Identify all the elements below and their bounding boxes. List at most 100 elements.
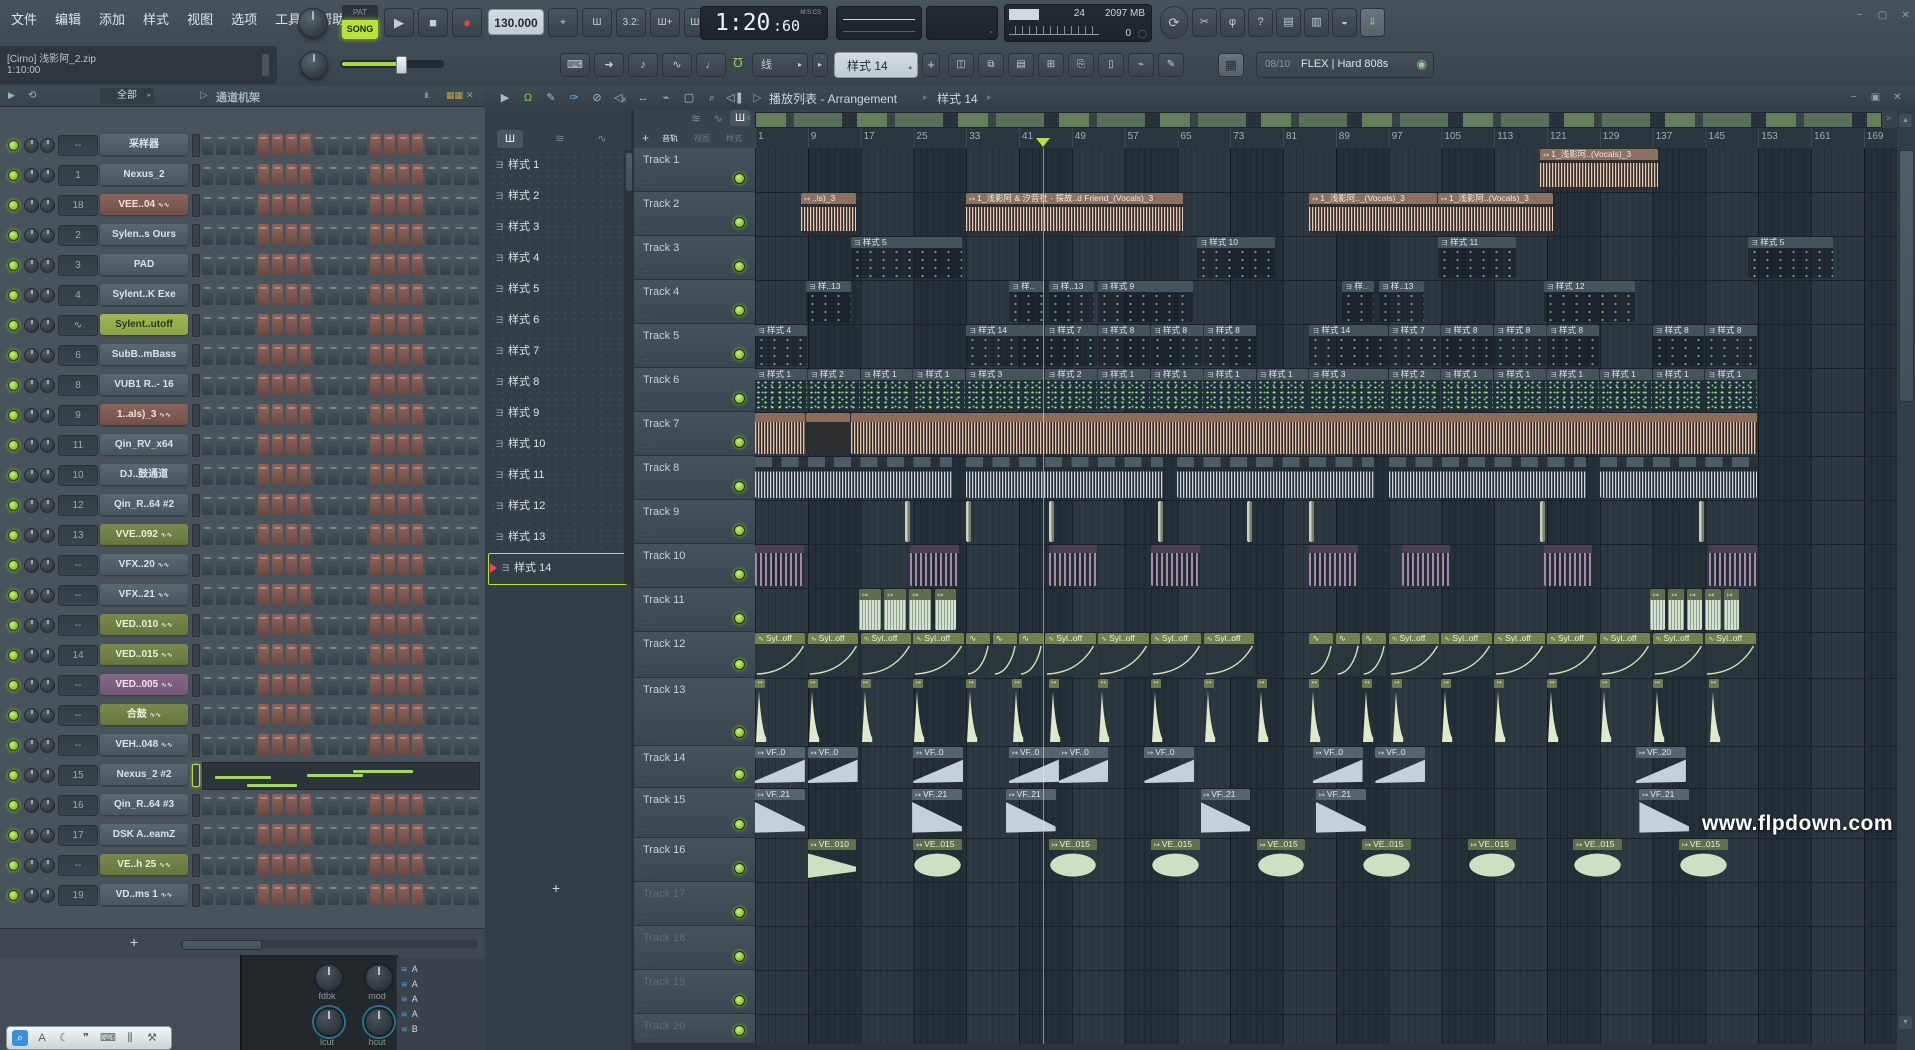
view-browser-button[interactable]: ⎘ xyxy=(1068,53,1094,77)
step-cell[interactable] xyxy=(370,224,381,245)
step-cell[interactable] xyxy=(230,434,241,455)
step-cell[interactable] xyxy=(468,164,479,185)
track-options[interactable]: ... xyxy=(643,911,653,920)
step-cell[interactable] xyxy=(342,254,353,275)
channel-led[interactable] xyxy=(8,320,19,331)
clip-spike[interactable]: ↦ xyxy=(1547,679,1559,744)
step-cell[interactable] xyxy=(328,884,339,905)
step-cell[interactable] xyxy=(426,344,437,365)
clip-pat[interactable]: ヨ样式 5 xyxy=(1748,237,1833,278)
track-header[interactable]: Track 10... xyxy=(634,544,755,588)
menu-选项[interactable]: 选项 xyxy=(222,0,266,37)
step-cell[interactable] xyxy=(328,434,339,455)
step-cell[interactable] xyxy=(342,704,353,725)
clip-auto[interactable]: ∿Syl..off xyxy=(1441,633,1491,676)
step-cell[interactable] xyxy=(300,164,311,185)
track-header[interactable]: Track 1... xyxy=(634,148,755,192)
step-cell[interactable] xyxy=(272,794,283,815)
step-cell[interactable] xyxy=(216,434,227,455)
channel-volume-knob[interactable] xyxy=(40,228,55,243)
step-cell[interactable] xyxy=(468,134,479,155)
clip-ve[interactable]: ↦VE..015 xyxy=(1468,839,1517,880)
clip-hat10[interactable] xyxy=(755,545,804,586)
step-cell[interactable] xyxy=(244,284,255,305)
step-cell[interactable] xyxy=(230,554,241,575)
step-cell[interactable] xyxy=(272,614,283,635)
mod-knob[interactable] xyxy=(364,963,394,993)
step-cell[interactable] xyxy=(412,314,423,335)
step-cell[interactable] xyxy=(258,404,269,425)
app-maximize[interactable]: ▢ xyxy=(1874,10,1891,22)
pl-tab-automation[interactable]: ∿ xyxy=(708,110,728,128)
app-close[interactable]: ✕ xyxy=(1897,10,1914,22)
channel-target-selector[interactable]: ∿ xyxy=(58,315,98,336)
clip-ve[interactable]: ↦VE..015 xyxy=(1151,839,1200,880)
step-cell[interactable] xyxy=(314,824,325,845)
track-led[interactable] xyxy=(734,349,745,360)
step-cell[interactable] xyxy=(454,734,465,755)
channel-volume-knob[interactable] xyxy=(40,798,55,813)
menu-样式[interactable]: 样式 xyxy=(134,0,178,37)
step-cell[interactable] xyxy=(272,254,283,275)
clip-vf0[interactable]: ↦VF..0 xyxy=(1059,747,1109,786)
channel-target-selector[interactable]: 15 xyxy=(58,765,98,786)
channel-mini-fader[interactable] xyxy=(192,134,200,157)
tools-button[interactable]: ✎ xyxy=(1158,53,1184,77)
step-cell[interactable] xyxy=(216,494,227,515)
step-cell[interactable] xyxy=(426,134,437,155)
channel-volume-knob[interactable] xyxy=(40,558,55,573)
track-led[interactable] xyxy=(734,819,745,830)
channel-volume-knob[interactable] xyxy=(40,468,55,483)
channel-target-selector[interactable]: -- xyxy=(58,705,98,726)
clip-smp11[interactable]: ↦ xyxy=(1668,589,1684,630)
clip-grp8[interactable] xyxy=(966,457,1163,498)
loop-record-button[interactable]: Ш+ xyxy=(650,8,680,37)
step-cell[interactable] xyxy=(314,284,325,305)
step-cell[interactable] xyxy=(440,254,451,275)
step-cell[interactable] xyxy=(230,344,241,365)
step-cell[interactable] xyxy=(244,464,255,485)
channel-pan-knob[interactable] xyxy=(24,528,39,543)
step-cell[interactable] xyxy=(258,134,269,155)
step-cell[interactable] xyxy=(370,464,381,485)
step-cell[interactable] xyxy=(272,554,283,575)
step-cell[interactable] xyxy=(468,584,479,605)
play-button[interactable]: ▶ xyxy=(384,8,414,37)
track-led[interactable] xyxy=(734,951,745,962)
clip-smp11[interactable]: ↦ xyxy=(1724,589,1740,630)
rack-hscrollbar-thumb[interactable] xyxy=(182,940,262,950)
step-cell[interactable] xyxy=(468,884,479,905)
clip-pat6[interactable]: ヨ样式 3 xyxy=(1309,369,1387,410)
step-cell[interactable] xyxy=(356,254,367,275)
track-options[interactable]: ... xyxy=(643,999,653,1008)
clip-pat[interactable]: ヨ样.. xyxy=(1342,281,1374,322)
step-cell[interactable] xyxy=(384,314,395,335)
step-cell[interactable] xyxy=(216,674,227,695)
step-cell[interactable] xyxy=(384,824,395,845)
step-cell[interactable] xyxy=(398,614,409,635)
channel-volume-knob[interactable] xyxy=(40,588,55,603)
track-options[interactable]: ... xyxy=(643,177,653,186)
track-options[interactable]: ... xyxy=(643,663,653,672)
step-cell[interactable] xyxy=(286,494,297,515)
step-cell[interactable] xyxy=(244,134,255,155)
track-options[interactable]: ... xyxy=(643,955,653,964)
step-cell[interactable] xyxy=(440,314,451,335)
step-cell[interactable] xyxy=(202,584,213,605)
step-cell[interactable] xyxy=(272,314,283,335)
step-cell[interactable] xyxy=(216,464,227,485)
track-header[interactable]: Track 6... xyxy=(634,368,755,412)
step-cell[interactable] xyxy=(468,464,479,485)
clip-spike[interactable]: ↦ xyxy=(1012,679,1024,744)
step-cell[interactable] xyxy=(412,884,423,905)
rack-filter-dropdown[interactable]: 全部▸ xyxy=(100,88,154,104)
step-cell[interactable] xyxy=(356,344,367,365)
select-tool[interactable]: ▢ xyxy=(679,90,699,106)
step-cell[interactable] xyxy=(440,134,451,155)
step-cell[interactable] xyxy=(202,614,213,635)
step-cell[interactable] xyxy=(342,314,353,335)
step-cell[interactable] xyxy=(300,524,311,545)
step-cell[interactable] xyxy=(286,344,297,365)
step-cell[interactable] xyxy=(342,464,353,485)
step-cell[interactable] xyxy=(216,884,227,905)
